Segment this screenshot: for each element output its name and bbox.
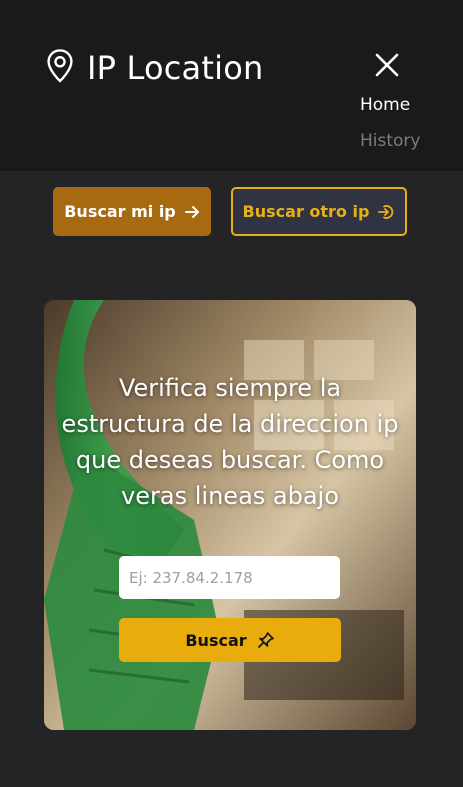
- arrow-right-icon: [184, 205, 199, 218]
- ip-input[interactable]: [119, 556, 340, 599]
- search-my-ip-button[interactable]: Buscar mi ip: [53, 187, 211, 236]
- search-other-ip-label: Buscar otro ip: [242, 202, 370, 221]
- map-pin-icon: [45, 48, 75, 88]
- pin-icon: [257, 632, 274, 648]
- search-button[interactable]: Buscar: [119, 618, 341, 662]
- sign-in-icon: [378, 204, 394, 219]
- close-menu-button[interactable]: [372, 50, 402, 80]
- nav-home[interactable]: Home: [360, 95, 410, 115]
- nav-history[interactable]: History: [360, 131, 420, 151]
- app-header: IP Location Home History: [0, 0, 463, 171]
- search-button-label: Buscar: [185, 630, 247, 650]
- close-icon: [375, 53, 399, 77]
- search-other-ip-button[interactable]: Buscar otro ip: [231, 187, 407, 236]
- search-my-ip-label: Buscar mi ip: [64, 202, 176, 221]
- hero-card: Verifica siempre la estructura de la dir…: [44, 300, 416, 730]
- brand: IP Location: [45, 48, 263, 88]
- network-cable-image: [44, 300, 416, 730]
- brand-title: IP Location: [87, 49, 264, 87]
- hero-message: Verifica siempre la estructura de la dir…: [61, 374, 399, 510]
